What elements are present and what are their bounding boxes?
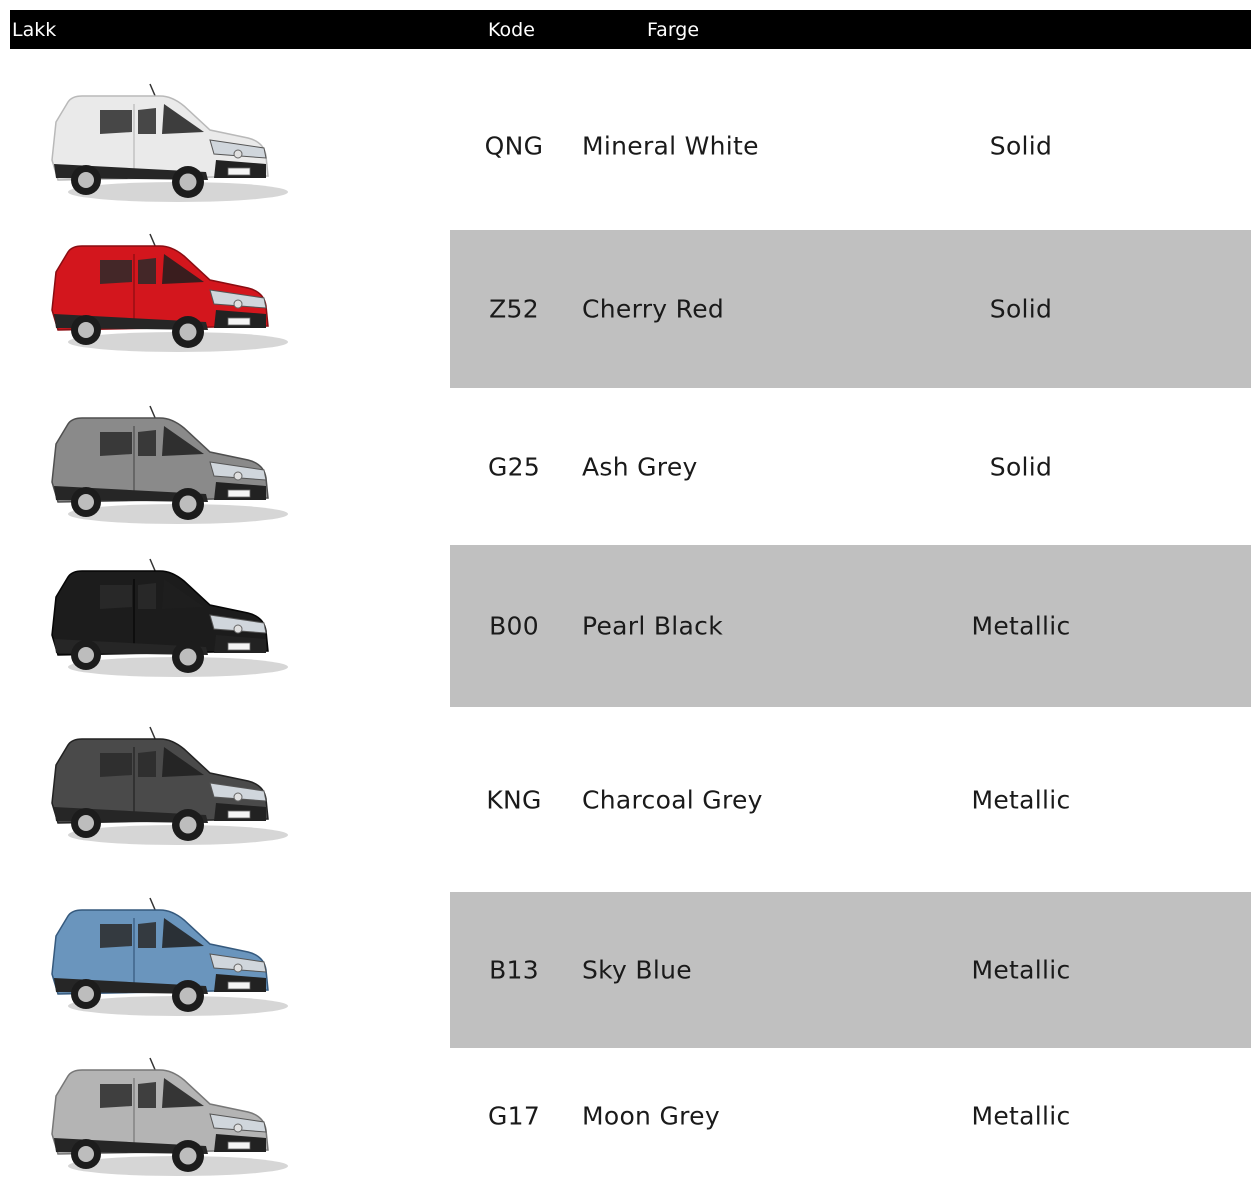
table-row: G17 Moon Grey Metallic <box>0 1048 1251 1184</box>
header-farge: Farge <box>647 19 700 41</box>
table-row: G25 Ash Grey Solid <box>0 388 1251 545</box>
van-image <box>38 723 288 853</box>
color-code: G25 <box>487 452 541 481</box>
color-name: Pearl Black <box>582 611 723 641</box>
van-icon <box>51 233 288 352</box>
paint-type: Solid <box>989 294 1053 324</box>
table-row: Z52 Cherry Red Solid <box>0 230 1251 388</box>
paint-type: Solid <box>989 452 1053 481</box>
color-code: G17 <box>487 1101 541 1131</box>
van-icon <box>51 405 288 524</box>
van-icon <box>51 558 288 677</box>
van-image <box>38 230 288 360</box>
van-image <box>38 402 288 532</box>
paint-type: Metallic <box>971 611 1071 641</box>
paint-type: Solid <box>989 131 1053 161</box>
van-image <box>38 894 288 1024</box>
color-code: QNG <box>484 131 544 161</box>
table-row: B00 Pearl Black Metallic <box>0 545 1251 707</box>
paint-type: Metallic <box>971 955 1071 985</box>
van-image <box>38 80 288 210</box>
van-icon <box>51 897 288 1016</box>
table-row: KNG Charcoal Grey Metallic <box>0 707 1251 892</box>
van-icon <box>51 726 288 845</box>
color-name: Ash Grey <box>582 452 698 481</box>
header-kode: Kode <box>488 19 535 41</box>
table-row: B13 Sky Blue Metallic <box>0 892 1251 1048</box>
color-name: Moon Grey <box>582 1101 720 1131</box>
van-image <box>38 1054 288 1184</box>
van-icon <box>51 1057 288 1176</box>
table-row: QNG Mineral White Solid <box>0 68 1251 224</box>
color-name: Sky Blue <box>582 955 692 985</box>
color-code: B13 <box>489 955 539 985</box>
table-header: Lakk Kode Farge <box>10 10 1251 49</box>
color-name: Charcoal Grey <box>582 785 763 814</box>
color-code: B00 <box>489 611 539 641</box>
paint-type: Metallic <box>971 785 1071 814</box>
color-code: Z52 <box>489 294 539 324</box>
van-image <box>38 555 288 685</box>
paint-type: Metallic <box>971 1101 1071 1131</box>
color-name: Mineral White <box>582 131 759 161</box>
header-lakk: Lakk <box>12 19 57 41</box>
color-code: KNG <box>486 785 542 814</box>
color-name: Cherry Red <box>582 294 725 324</box>
van-icon <box>51 83 288 202</box>
